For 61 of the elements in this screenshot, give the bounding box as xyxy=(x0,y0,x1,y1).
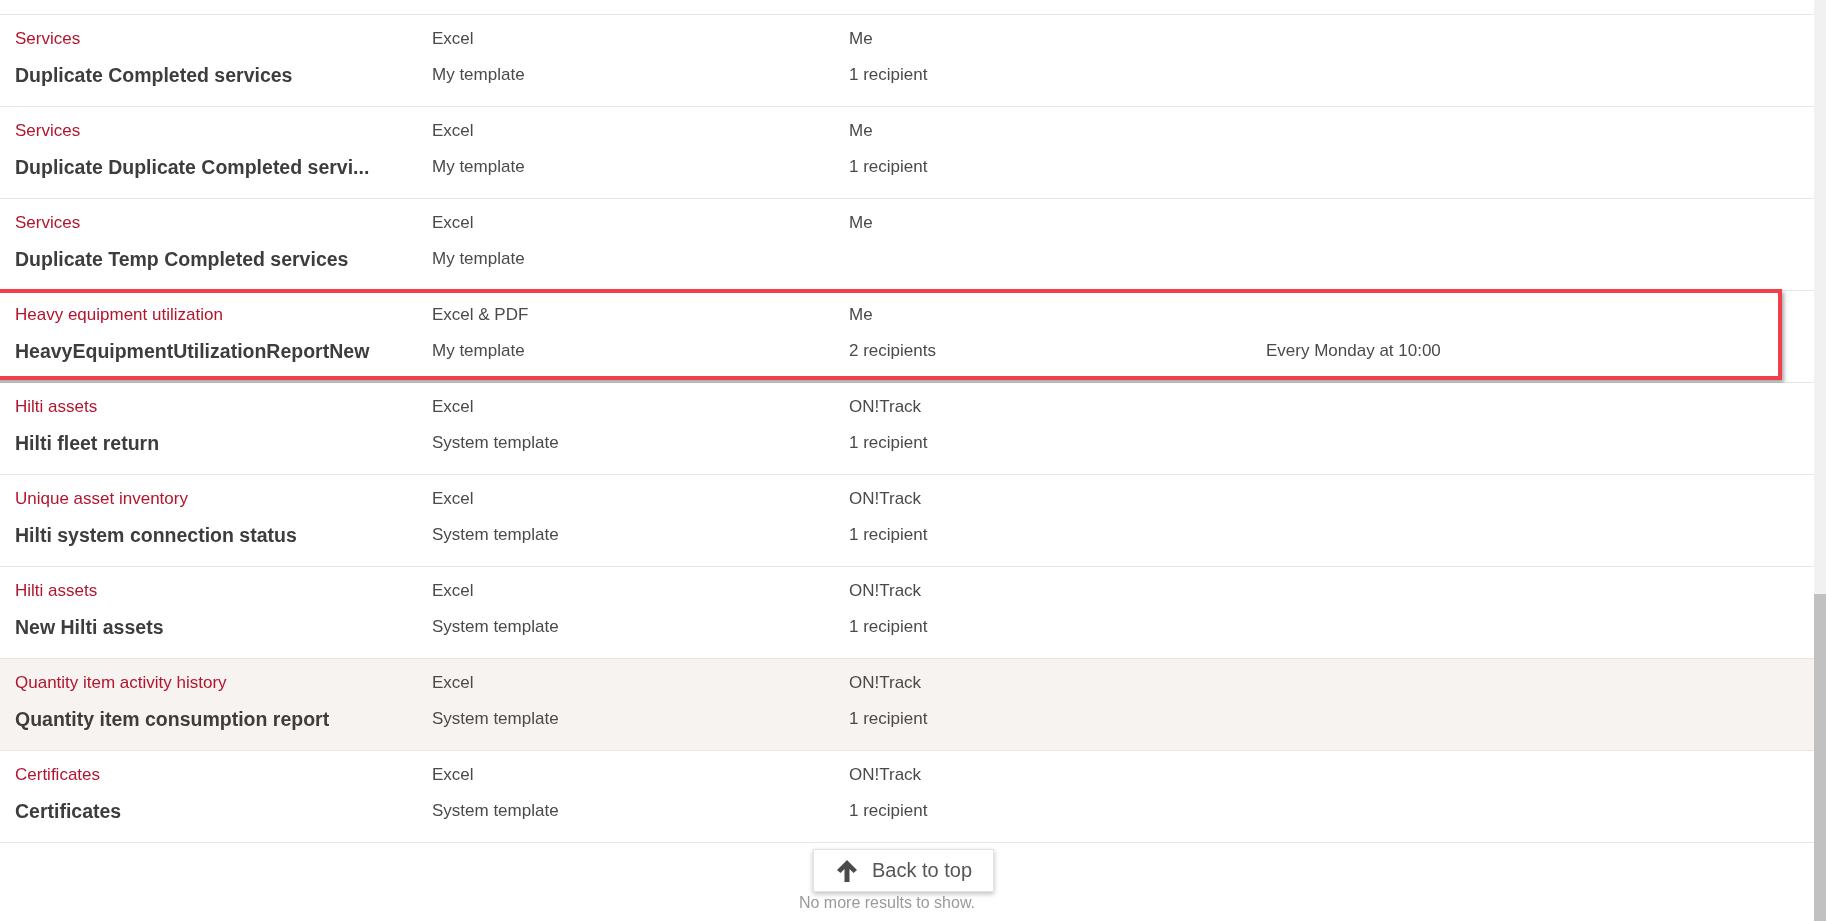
report-template: My template xyxy=(432,341,526,361)
report-owner: ON!Track xyxy=(849,765,923,785)
report-title[interactable]: HeavyEquipmentUtilizationReportNew xyxy=(15,339,432,363)
report-owner: ON!Track xyxy=(849,581,923,601)
report-recipients: 1 recipient xyxy=(849,709,929,729)
report-recipients: 1 recipient xyxy=(849,65,929,85)
report-recipients: 1 recipient xyxy=(849,801,929,821)
report-template: My template xyxy=(432,65,526,85)
report-title[interactable]: Hilti system connection status xyxy=(15,523,432,547)
scrollbar[interactable] xyxy=(1814,0,1826,921)
report-format: Excel xyxy=(432,29,475,49)
report-recipients: 1 recipient xyxy=(849,525,929,545)
report-template: My template xyxy=(432,249,526,269)
report-category: Unique asset inventory xyxy=(15,489,189,509)
report-template: System template xyxy=(432,709,560,729)
report-recipients: 1 recipient xyxy=(849,157,929,177)
report-format: Excel xyxy=(432,397,475,417)
report-title[interactable]: Duplicate Duplicate Completed servi... xyxy=(15,155,432,179)
report-recipients: 1 recipient xyxy=(849,617,929,637)
report-category: Services xyxy=(15,121,82,141)
report-format: Excel xyxy=(432,213,475,233)
report-row[interactable]: Heavy equipment utilization Excel & PDF Me HeavyEquipmentUtilizationReportNew My template 2 recipients Every Monday at 10:00 xyxy=(0,291,1814,383)
report-format: Excel xyxy=(432,765,475,785)
report-template: System template xyxy=(432,801,560,821)
scrollbar-thumb[interactable] xyxy=(1814,594,1826,921)
report-title[interactable]: Quantity item consumption report xyxy=(15,707,432,731)
report-recipients: 1 recipient xyxy=(849,433,929,453)
report-owner: Me xyxy=(849,305,874,325)
report-recipients: 2 recipients xyxy=(849,341,937,361)
report-row[interactable]: Quantity item activity history Excel ON!Track Quantity item consumption report System template 1 recipient xyxy=(0,659,1814,751)
report-category: Services xyxy=(15,29,82,49)
report-owner: ON!Track xyxy=(849,489,923,509)
report-title[interactable]: Duplicate Temp Completed services xyxy=(15,247,432,271)
report-owner: ON!Track xyxy=(849,397,923,417)
report-format: Excel & PDF xyxy=(432,305,530,325)
back-to-top-button[interactable]: Back to top xyxy=(813,849,994,892)
report-title[interactable]: Hilti fleet return xyxy=(15,431,432,455)
report-category: Hilti assets xyxy=(15,397,99,417)
report-category: Services xyxy=(15,213,82,233)
report-title[interactable]: Certificates xyxy=(15,799,432,823)
report-owner: Me xyxy=(849,29,874,49)
report-title[interactable]: New Hilti assets xyxy=(15,615,432,639)
report-owner: Me xyxy=(849,213,874,233)
report-format: Excel xyxy=(432,581,475,601)
no-more-results-text: No more results to show. xyxy=(798,894,976,912)
report-title[interactable]: Duplicate Completed services xyxy=(15,63,432,87)
report-category: Heavy equipment utilization xyxy=(15,305,224,325)
report-template: System template xyxy=(432,617,560,637)
arrow-up-icon xyxy=(836,858,858,883)
report-format: Excel xyxy=(432,121,475,141)
report-owner: Me xyxy=(849,121,874,141)
report-category: Quantity item activity history xyxy=(15,673,228,693)
report-owner: ON!Track xyxy=(849,673,923,693)
report-template: System template xyxy=(432,525,560,545)
report-template: My template xyxy=(432,157,526,177)
report-format: Excel xyxy=(432,489,475,509)
report-format: Excel xyxy=(432,673,475,693)
report-template: System template xyxy=(432,433,560,453)
report-category: Certificates xyxy=(15,765,102,785)
report-schedule: Every Monday at 10:00 xyxy=(1266,341,1442,361)
report-category: Hilti assets xyxy=(15,581,99,601)
